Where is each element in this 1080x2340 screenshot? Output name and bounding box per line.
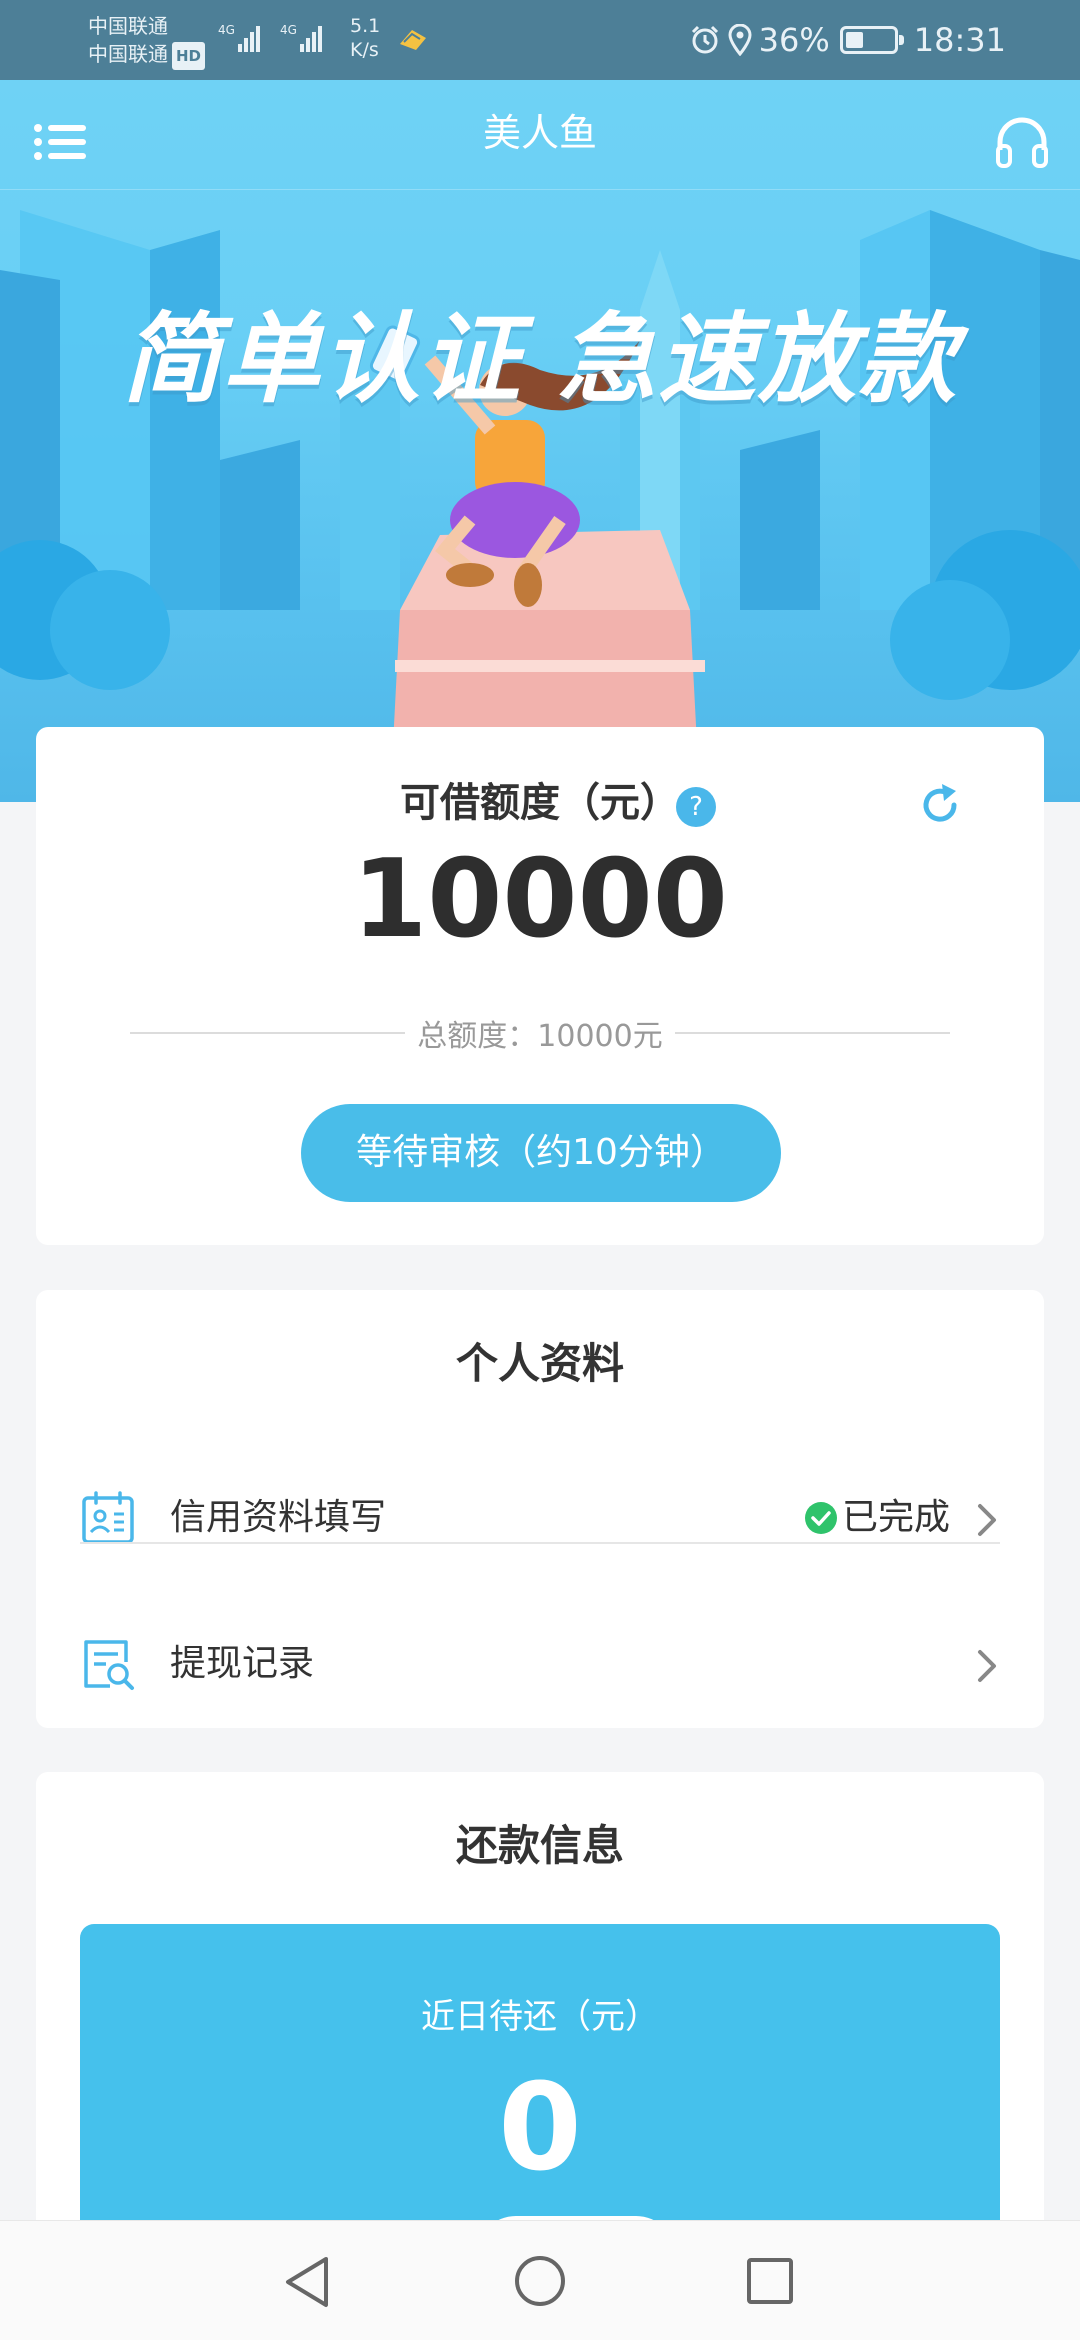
status-bar: 中国联通 中国联通 HD 4G 4G 5.1 K/s 36% 18:31 bbox=[0, 0, 1080, 80]
profile-card: 个人资料 信用资料填写 已完成 提现记录 bbox=[36, 1290, 1044, 1728]
id-card-calendar-icon bbox=[82, 1491, 134, 1544]
profile-section-title: 个人资料 bbox=[455, 1339, 624, 1388]
app-notification-icon bbox=[400, 30, 426, 50]
banner-slogan: 简单认证 急速放款 bbox=[121, 303, 959, 417]
battery-icon bbox=[839, 26, 904, 54]
help-icon[interactable]: ? bbox=[676, 787, 716, 827]
available-quota-value: 10000 bbox=[352, 837, 728, 962]
clock: 18:31 bbox=[913, 21, 1006, 59]
total-quota-row: 总额度：10000元 bbox=[130, 1011, 950, 1055]
home-icon[interactable] bbox=[514, 2255, 566, 2307]
headset-icon[interactable] bbox=[994, 116, 1050, 170]
upcoming-repayment-value: 0 bbox=[498, 2059, 582, 2198]
credit-info-status-text: 已完成 bbox=[841, 1497, 950, 1538]
refresh-icon[interactable] bbox=[916, 781, 964, 829]
upcoming-repayment-label: 近日待还（元） bbox=[421, 1997, 659, 2037]
top-nav-bar: 美人鱼 bbox=[0, 80, 1080, 190]
available-quota-label: 可借额度（元） bbox=[400, 780, 680, 826]
location-icon bbox=[728, 24, 752, 56]
withdrawal-records-row[interactable]: 提现记录 bbox=[80, 1616, 1000, 1716]
carrier-2: 中国联通 bbox=[88, 42, 168, 66]
network-type-1: 4G bbox=[218, 23, 235, 37]
credit-info-label: 信用资料填写 bbox=[170, 1497, 387, 1538]
repayment-section-title: 还款信息 bbox=[455, 1821, 624, 1870]
review-status-button[interactable]: 等待审核（约10分钟） bbox=[301, 1104, 781, 1202]
credit-info-row[interactable]: 信用资料填写 已完成 bbox=[80, 1470, 1000, 1570]
chevron-right-icon bbox=[978, 1650, 996, 1682]
credit-info-status: 已完成 bbox=[804, 1494, 950, 1542]
network-type-2: 4G bbox=[280, 23, 297, 37]
recent-apps-icon[interactable] bbox=[746, 2257, 794, 2305]
back-icon[interactable] bbox=[282, 2255, 334, 2309]
page-title: 美人鱼 bbox=[482, 111, 597, 155]
divider bbox=[674, 1032, 950, 1034]
total-quota-text: 总额度：10000元 bbox=[417, 1019, 663, 1054]
battery-percent: 36% bbox=[758, 21, 830, 59]
check-circle-icon bbox=[804, 1502, 837, 1534]
row-divider bbox=[80, 1542, 1000, 1544]
network-speed: 5.1 K/s bbox=[350, 14, 380, 62]
signal-icon: 4G 4G bbox=[218, 23, 322, 52]
hd-badge: HD bbox=[172, 42, 206, 70]
status-icons: 36% 18:31 bbox=[689, 16, 1006, 64]
speed-unit: K/s bbox=[350, 39, 379, 61]
withdrawal-records-label: 提现记录 bbox=[170, 1643, 315, 1684]
divider bbox=[130, 1032, 406, 1034]
search-document-icon bbox=[84, 1640, 134, 1690]
chevron-right-icon bbox=[978, 1504, 996, 1536]
battery-fill bbox=[845, 32, 863, 48]
carrier-info: 中国联通 中国联通 HD bbox=[88, 12, 206, 70]
speed-value: 5.1 bbox=[350, 15, 381, 37]
carrier-1: 中国联通 bbox=[88, 14, 168, 38]
system-nav-bar bbox=[0, 2220, 1080, 2340]
alarm-icon bbox=[691, 25, 718, 54]
hero-banner: 简单认证 急速放款 美人鱼 bbox=[0, 80, 1080, 802]
quota-card: 可借额度（元） ? 10000 总额度：10000元 等待审核（约10分钟） bbox=[36, 727, 1044, 1245]
repayment-card: 还款信息 近日待还（元） 0 bbox=[36, 1772, 1044, 2324]
